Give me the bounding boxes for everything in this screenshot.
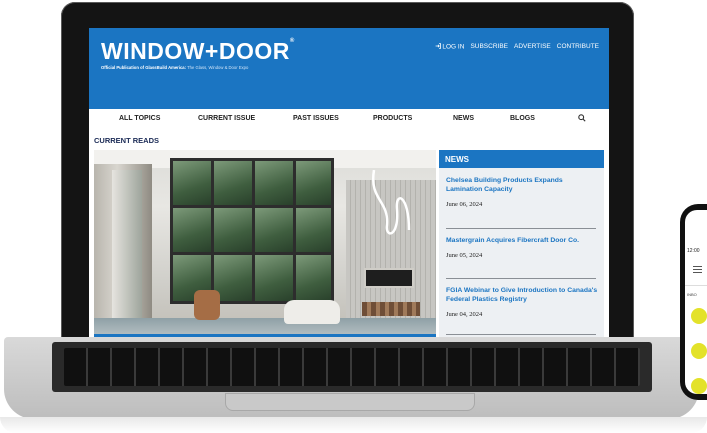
phone-time: 12:00 xyxy=(687,248,700,254)
news-panel: NEWS Chelsea Building Products Expands L… xyxy=(439,150,604,338)
photo-pane xyxy=(296,208,331,252)
site-tagline: Official Publication of GlassBuild Ameri… xyxy=(101,65,248,70)
photo-pane xyxy=(214,208,252,252)
photo-fireplace xyxy=(364,268,414,288)
phone-list-dot[interactable] xyxy=(691,343,707,359)
top-links: LOG IN SUBSCRIBE ADVERTISE CONTRIBUTE xyxy=(435,43,599,51)
advertise-link[interactable]: ADVERTISE xyxy=(514,43,551,51)
logo-mark: ® xyxy=(289,38,295,44)
phone-list-dot[interactable] xyxy=(691,308,707,324)
photo-chair xyxy=(194,290,220,320)
pendant-lamp xyxy=(371,170,411,235)
nav-all-topics[interactable]: ALL TOPICS xyxy=(119,115,160,122)
menu-icon[interactable] xyxy=(693,266,702,273)
login-icon xyxy=(435,43,441,49)
photo-window xyxy=(170,158,334,304)
keyboard xyxy=(64,348,640,386)
nav-blogs[interactable]: BLOGS xyxy=(510,115,535,122)
news-divider xyxy=(446,278,596,279)
news-item: Chelsea Building Products Expands Lamina… xyxy=(446,176,598,208)
site-header: WINDOW+DOOR® Official Publication of Gla… xyxy=(89,28,609,109)
photo-pane xyxy=(296,161,331,205)
photo-pane xyxy=(296,255,331,301)
laptop-foot xyxy=(0,417,707,433)
tagline-bold: Official Publication of GlassBuild Ameri… xyxy=(101,65,187,70)
phone-inbox-label: INBO xyxy=(687,292,697,297)
photo-pane xyxy=(173,161,211,205)
news-item-title[interactable]: Chelsea Building Products Expands Lamina… xyxy=(446,176,598,194)
search-icon[interactable] xyxy=(578,114,586,122)
login-link[interactable]: LOG IN xyxy=(435,43,465,51)
nav-products[interactable]: PRODUCTS xyxy=(373,115,412,122)
news-item-title[interactable]: FGIA Webinar to Give Introduction to Can… xyxy=(446,286,598,304)
stage: WINDOW+DOOR® Official Publication of Gla… xyxy=(0,0,707,433)
news-divider xyxy=(446,228,596,229)
subscribe-link[interactable]: SUBSCRIBE xyxy=(470,43,508,51)
nav-news[interactable]: NEWS xyxy=(453,115,474,122)
contribute-link[interactable]: CONTRIBUTE xyxy=(557,43,599,51)
phone-divider xyxy=(685,285,707,286)
section-title: CURRENT READS xyxy=(94,136,160,145)
news-item-date: June 06, 2024 xyxy=(446,201,483,208)
photo-sofa xyxy=(284,300,340,324)
featured-article-image[interactable] xyxy=(94,150,436,338)
login-label: LOG IN xyxy=(442,43,465,51)
main-nav: ALL TOPICS CURRENT ISSUE PAST ISSUES PRO… xyxy=(89,109,609,129)
phone-list-dot[interactable] xyxy=(691,378,707,394)
news-heading: NEWS xyxy=(439,150,604,168)
tagline-rest: The Glass, Window & Door Expo xyxy=(186,65,249,70)
nav-past-issues[interactable]: PAST ISSUES xyxy=(293,115,339,122)
photo-door xyxy=(112,170,142,320)
news-item-date: June 04, 2024 xyxy=(446,311,483,318)
phone-screen: 12:00 INBO xyxy=(685,210,707,394)
photo-pane xyxy=(255,255,293,301)
nav-current-issue[interactable]: CURRENT ISSUE xyxy=(198,115,255,122)
news-divider xyxy=(446,334,596,335)
news-item: FGIA Webinar to Give Introduction to Can… xyxy=(446,286,598,318)
news-item-title[interactable]: Mastergrain Acquires Fibercraft Door Co. xyxy=(446,236,598,245)
news-item-date: June 05, 2024 xyxy=(446,252,483,259)
photo-pane xyxy=(255,161,293,205)
photo-pane xyxy=(214,161,252,205)
photo-firewood xyxy=(362,302,420,316)
photo-pane xyxy=(255,208,293,252)
logo-text: WINDOW+DOOR xyxy=(101,38,290,64)
photo-pane xyxy=(173,208,211,252)
laptop-screen: WINDOW+DOOR® Official Publication of Gla… xyxy=(89,28,609,338)
trackpad xyxy=(225,393,475,411)
news-item: Mastergrain Acquires Fibercraft Door Co.… xyxy=(446,236,598,259)
site-logo[interactable]: WINDOW+DOOR® xyxy=(101,38,295,65)
